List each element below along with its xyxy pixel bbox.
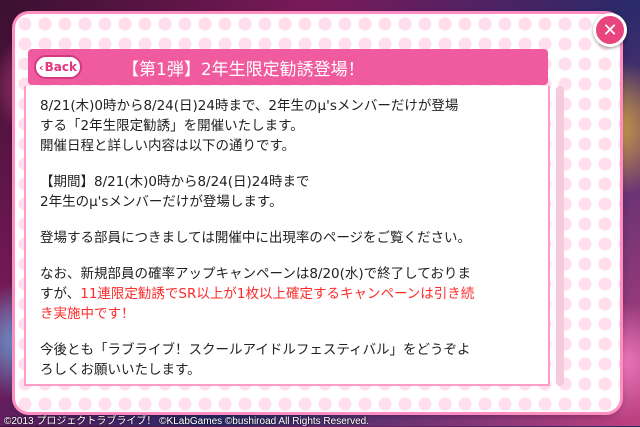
scrollbar[interactable] <box>556 86 564 386</box>
text-line: 2年生のμ'sメンバーだけが登場します。 <box>40 194 283 210</box>
chevron-left-icon: ‹ <box>39 60 44 74</box>
paragraph-campaign: なお、新規部員の確率アップキャンペーンは8/20(水)で終了しておりま すが、1… <box>40 264 540 324</box>
notice-title: 【第1弾】2年生限定勧誘登場！ <box>122 59 365 80</box>
paragraph-closing: 今後とも「ラブライブ！スクールアイドルフェスティバル」をどうぞよ ろしくお願いい… <box>40 340 540 380</box>
text-line: 今後とも「ラブライブ！スクールアイドルフェスティバル」をどうぞよ <box>40 342 471 358</box>
back-button[interactable]: ‹ Back <box>34 55 82 79</box>
copyright-text: ©2013 プロジェクトラブライブ！ ©KLabGames ©bushiroad… <box>4 416 370 427</box>
notice-body: 8/21(木)0時から8/24(日)24時まで、2年生のμ'sメンバーだけが登場… <box>40 96 540 396</box>
highlight-text: き実施中です！ <box>40 306 135 322</box>
text-line: 登場する部員につきましては開催中に出現率のページをご覧ください。 <box>40 230 472 246</box>
back-button-label: Back <box>44 60 77 74</box>
text-line: 【期間】8/21(木)0時から8/24(日)24時まで <box>40 174 310 190</box>
text-line: なお、新規部員の確率アップキャンペーンは8/20(水)で終了しておりま <box>40 266 471 282</box>
text-line: 開催日程と詳しい内容は以下の通りです。 <box>40 138 296 154</box>
notice-header: ‹ Back 【第1弾】2年生限定勧誘登場！ <box>28 49 548 85</box>
highlight-text: 11連限定勧誘でSR以上が1枚以上確定するキャンペーンは引き続 <box>80 286 475 302</box>
text-line: 8/21(木)0時から8/24(日)24時まで、2年生のμ'sメンバーだけが登場 <box>40 98 459 114</box>
text-line: すが、 <box>40 286 81 302</box>
paragraph-intro: 8/21(木)0時から8/24(日)24時まで、2年生のμ'sメンバーだけが登場… <box>40 96 540 156</box>
text-line: する「2年生限定勧誘」を開催いたします。 <box>40 118 304 134</box>
close-button[interactable]: ✕ <box>593 13 627 47</box>
close-icon: ✕ <box>602 19 618 41</box>
paragraph-members: 登場する部員につきましては開催中に出現率のページをご覧ください。 <box>40 228 540 248</box>
text-line: ろしくお願いいたします。 <box>40 362 201 378</box>
paragraph-period: 【期間】8/21(木)0時から8/24(日)24時まで 2年生のμ'sメンバーだ… <box>40 172 540 212</box>
